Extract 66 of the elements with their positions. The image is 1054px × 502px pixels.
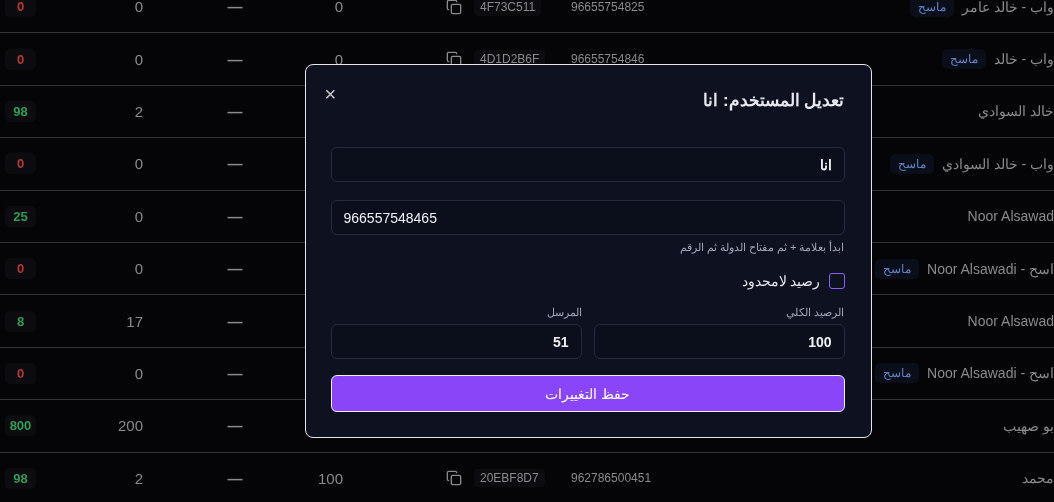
table-cell: 2 — [134, 102, 143, 120]
table-cell: — — [227, 50, 243, 68]
table-cell: 0 — [134, 364, 143, 382]
phone-cell: 96655754846 — [571, 52, 645, 67]
user-name: واب - خالد السوادي — [941, 155, 1054, 172]
table-cell: 200 — [117, 417, 143, 435]
balance-badge: 0 — [5, 362, 36, 384]
user-name: خالد السوادي — [978, 103, 1054, 120]
table-cell: — — [227, 102, 243, 120]
copy-icon[interactable] — [446, 470, 462, 487]
table-cell: 0 — [334, 0, 343, 16]
role-tag: ماسح — [875, 363, 920, 384]
checkbox-label: رصيد لامحدود — [741, 273, 821, 289]
user-name: بو صهيب — [1003, 417, 1054, 434]
balance-badge: 8 — [5, 310, 36, 332]
balance-badge: 800 — [5, 415, 36, 437]
balance-badge: 98 — [5, 467, 36, 489]
user-name: Noor Alsawad — [967, 208, 1054, 225]
code-cell: 20EBF8D7 — [474, 469, 545, 488]
save-button[interactable]: حفظ التغييرات — [330, 375, 845, 412]
role-tag: ماسح — [889, 153, 934, 174]
table-cell: — — [227, 469, 243, 487]
table-cell: 0 — [134, 0, 143, 16]
user-name: اسح - Noor Alsawadi — [927, 365, 1054, 382]
unlimited-checkbox[interactable] — [828, 273, 845, 289]
balance-badge: 98 — [5, 100, 36, 122]
table-cell: — — [227, 364, 243, 382]
dialog-title: تعديل المستخدم: انا — [703, 90, 845, 111]
phone-hint: ابدأ بعلامة + ثم مفتاح الدولة ثم الرقم — [678, 241, 845, 254]
table-cell: — — [227, 312, 243, 330]
table-cell: 17 — [126, 312, 143, 330]
field-label: الرصيد الكلي — [785, 306, 845, 319]
phone-cell: 962786500451 — [571, 471, 652, 486]
code-cell: 4F73C511 — [474, 0, 542, 16]
close-button[interactable]: × — [324, 84, 337, 104]
total-balance-field[interactable]: 100 — [593, 324, 845, 359]
role-tag: ماسح — [941, 49, 986, 70]
table-cell: 0 — [134, 260, 143, 278]
balance-badge: 25 — [5, 205, 36, 227]
field-label: المرسل — [545, 306, 582, 319]
balance-badge: 0 — [5, 0, 36, 18]
balance-badge: 0 — [5, 153, 36, 175]
balance-badge: 0 — [5, 258, 36, 280]
table-cell: — — [227, 260, 243, 278]
phone-field[interactable]: 966557548465 — [330, 200, 845, 235]
table-cell: — — [227, 417, 243, 435]
table-cell: 0 — [134, 207, 143, 225]
user-name: Noor Alsawad — [967, 313, 1054, 330]
table-cell: 0 — [134, 50, 143, 68]
balance-badge: 0 — [5, 48, 36, 70]
table-cell: 0 — [134, 155, 143, 173]
user-name: واب - خالد عامر — [961, 0, 1054, 15]
phone-cell: 96655754825 — [571, 0, 645, 14]
role-tag: ماسح — [875, 258, 920, 279]
name-field[interactable]: انا — [330, 147, 845, 182]
copy-icon[interactable] — [446, 0, 462, 15]
user-name: اسح - Noor Alsawadi — [927, 260, 1054, 277]
table-cell: 2 — [134, 469, 143, 487]
user-name: واب - خالد — [993, 51, 1054, 68]
table-cell: — — [227, 0, 243, 16]
sent-field[interactable]: 51 — [330, 324, 582, 359]
user-name: محمد — [1022, 470, 1054, 487]
table-cell: 100 — [317, 469, 343, 487]
table-cell: — — [227, 155, 243, 173]
table-cell: — — [227, 207, 243, 225]
role-tag: ماسح — [909, 0, 954, 17]
